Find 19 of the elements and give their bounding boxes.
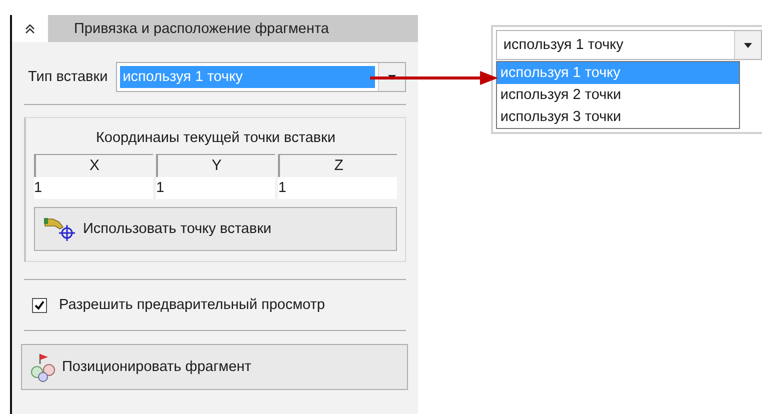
coordinate-field[interactable]: 1 (156, 177, 276, 199)
insert-type-label: Тип вставки (28, 69, 108, 85)
column-header: Y (156, 154, 276, 177)
coordinate-field[interactable]: 1 (278, 177, 398, 199)
position-fragment-button[interactable]: Позиционировать фрагмент (21, 344, 408, 390)
balls-flag-icon (30, 352, 58, 382)
group-title: Координаиы текущей точки вставки (94, 130, 336, 146)
caret-icon (388, 74, 396, 80)
caret-icon (744, 42, 752, 48)
chevron-icon (24, 22, 36, 34)
column-header: Z (278, 154, 398, 177)
type-dropdown[interactable]: используя 1 точку (496, 30, 762, 60)
preview-checkbox[interactable] (32, 298, 47, 312)
use-insert-point-button[interactable]: Использовать точку вставки (34, 207, 398, 251)
coordinate-field[interactable]: 1 (34, 177, 154, 199)
panel-title: Привязка и расположение фрагмента (48, 15, 418, 42)
column-header: X (34, 154, 154, 177)
preview-label: Разрешить предварительный просмотр (59, 297, 325, 313)
dropdown-button[interactable] (734, 31, 761, 59)
